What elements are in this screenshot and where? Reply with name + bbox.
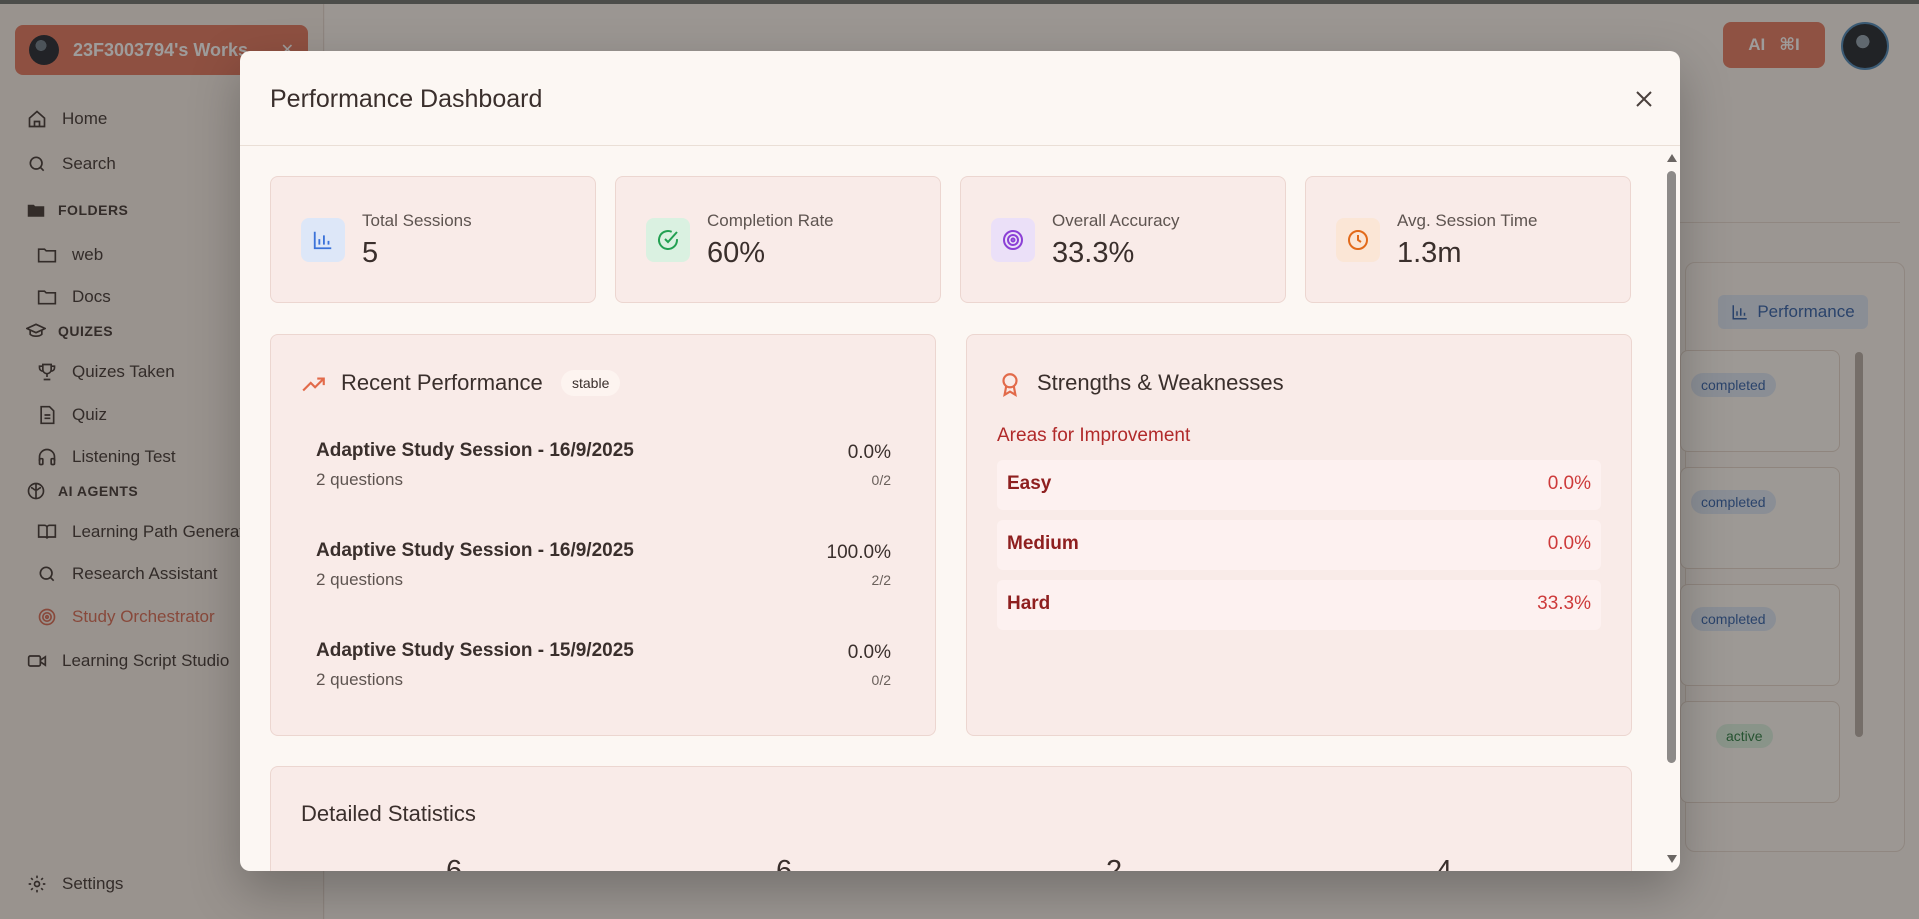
scrollbar-thumb[interactable] <box>1667 171 1676 763</box>
stat-card-overall-accuracy: Overall Accuracy 33.3% <box>960 176 1286 303</box>
weakness-row-hard: Hard 33.3% <box>997 580 1601 630</box>
session-fraction: 2/2 <box>871 572 891 588</box>
modal-header: Performance Dashboard <box>240 51 1680 146</box>
recent-performance-panel: Recent Performance stable Adaptive Study… <box>270 334 936 736</box>
difficulty-label: Medium <box>1007 533 1079 554</box>
detailed-statistics-panel: Detailed Statistics 6 6 2 4 <box>270 766 1632 871</box>
session-questions: 2 questions <box>316 470 403 489</box>
trend-badge: stable <box>561 370 621 396</box>
session-percent: 0.0% <box>847 642 891 663</box>
panel-title: Recent Performance <box>341 370 543 395</box>
scroll-up-arrow-icon[interactable] <box>1666 153 1678 163</box>
check-circle-icon <box>646 218 690 262</box>
session-questions: 2 questions <box>316 670 403 689</box>
stat-value: 1.3m <box>1397 237 1462 269</box>
stat-label: Total Sessions <box>362 211 472 230</box>
panel-title: Detailed Statistics <box>301 801 476 826</box>
weakness-row-medium: Medium 0.0% <box>997 520 1601 570</box>
detail-stat-value: 2 <box>1106 855 1123 871</box>
session-name: Adaptive Study Session - 16/9/2025 <box>316 440 634 461</box>
trending-up-icon <box>302 377 325 392</box>
stat-value: 60% <box>707 237 766 269</box>
session-percent: 100.0% <box>826 542 891 563</box>
difficulty-label: Easy <box>1007 473 1052 494</box>
list-item[interactable]: Adaptive Study Session - 15/9/2025 2 que… <box>316 640 891 700</box>
session-fraction: 0/2 <box>871 672 891 688</box>
stat-value: 33.3% <box>1052 237 1135 269</box>
bar-chart-icon <box>301 218 345 262</box>
session-percent: 0.0% <box>847 442 891 463</box>
difficulty-label: Hard <box>1007 593 1051 614</box>
stat-card-total-sessions: Total Sessions 5 <box>270 176 596 303</box>
session-name: Adaptive Study Session - 16/9/2025 <box>316 540 634 561</box>
close-button[interactable] <box>1632 87 1656 111</box>
list-item[interactable]: Adaptive Study Session - 16/9/2025 2 que… <box>316 540 891 600</box>
session-questions: 2 questions <box>316 570 403 589</box>
target-icon <box>991 218 1035 262</box>
session-name: Adaptive Study Session - 15/9/2025 <box>316 640 634 661</box>
weakness-row-easy: Easy 0.0% <box>997 460 1601 510</box>
session-fraction: 0/2 <box>871 472 891 488</box>
performance-dashboard-modal: Performance Dashboard Total Sessions 5 C… <box>240 51 1680 871</box>
stat-label: Avg. Session Time <box>1397 211 1538 230</box>
clock-icon <box>1336 218 1380 262</box>
award-icon <box>1002 373 1018 397</box>
panel-title: Strengths & Weaknesses <box>1037 370 1284 395</box>
modal-title: Performance Dashboard <box>270 85 543 113</box>
close-icon <box>1636 91 1652 107</box>
areas-for-improvement-title: Areas for Improvement <box>997 425 1191 446</box>
list-item[interactable]: Adaptive Study Session - 16/9/2025 2 que… <box>316 440 891 500</box>
strengths-weaknesses-panel: Strengths & Weaknesses Areas for Improve… <box>966 334 1632 736</box>
scroll-down-arrow-icon[interactable] <box>1666 854 1678 864</box>
detail-stat-value: 6 <box>776 855 793 871</box>
stat-label: Overall Accuracy <box>1052 211 1180 230</box>
stat-value: 5 <box>362 237 379 269</box>
detail-stat-value: 4 <box>1436 855 1453 871</box>
difficulty-accuracy: 0.0% <box>1547 473 1591 494</box>
stat-card-avg-session-time: Avg. Session Time 1.3m <box>1305 176 1631 303</box>
detail-stat-value: 6 <box>446 855 463 871</box>
difficulty-accuracy: 0.0% <box>1547 533 1591 554</box>
stat-label: Completion Rate <box>707 211 834 230</box>
stat-card-completion-rate: Completion Rate 60% <box>615 176 941 303</box>
difficulty-accuracy: 33.3% <box>1537 593 1591 614</box>
